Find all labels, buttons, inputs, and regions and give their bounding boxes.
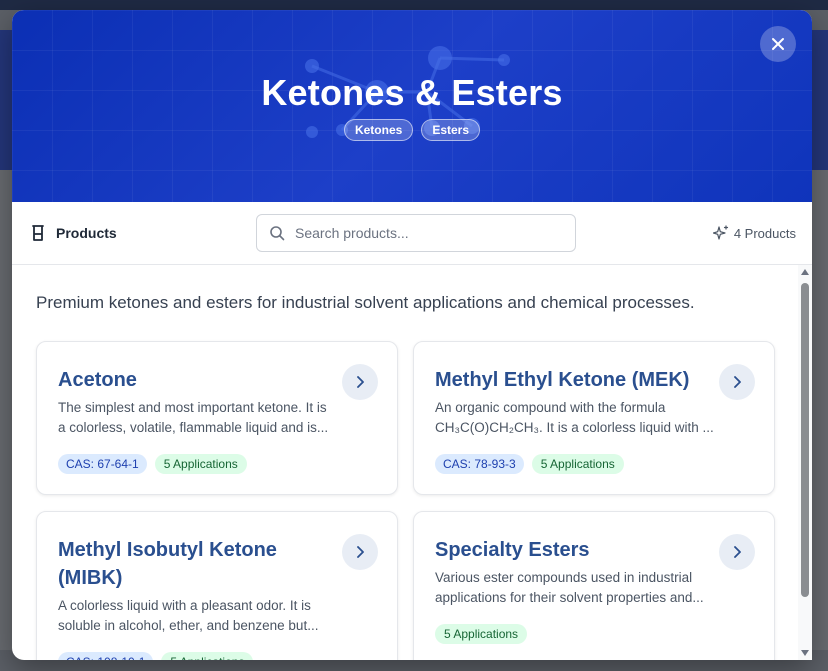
product-card-mek[interactable]: Methyl Ethyl Ketone (MEK) An organic com… <box>413 341 775 495</box>
scroll-down-arrow-icon[interactable] <box>801 650 809 656</box>
product-description-line: CH₃C(O)CH₂CH₃. It is a colorless liquid … <box>435 420 714 435</box>
open-product-button[interactable] <box>719 364 755 400</box>
tag-ketones: Ketones <box>343 119 414 141</box>
product-badges: CAS: 78-93-3 5 Applications <box>435 454 624 474</box>
scrollbar-thumb[interactable] <box>801 283 809 597</box>
close-button[interactable] <box>760 26 796 62</box>
product-title[interactable]: Acetone <box>58 366 328 394</box>
chevron-right-icon <box>734 546 741 558</box>
product-count-text: 4 Products <box>733 225 796 241</box>
product-description: A colorless liquid with a pleasant odor.… <box>58 596 358 636</box>
open-product-button[interactable] <box>342 364 378 400</box>
products-scrollbar[interactable] <box>798 265 812 660</box>
search-box[interactable] <box>256 214 576 252</box>
beaker-icon <box>32 225 44 241</box>
cas-badge: CAS: 108-10-1 <box>58 652 154 660</box>
applications-badge: 5 Applications <box>531 454 624 474</box>
background-right-edge <box>812 170 828 650</box>
modal-hero: Ketones & Esters Ketones Esters <box>12 10 812 202</box>
applications-badge: 5 Applications <box>154 454 247 474</box>
open-product-button[interactable] <box>342 534 378 570</box>
product-badges: CAS: 108-10-1 5 Applications <box>58 652 254 660</box>
product-card-specialty-esters[interactable]: Specialty Esters Various ester compounds… <box>413 511 775 660</box>
products-toolbar: Products 4 Products <box>12 202 812 265</box>
product-description-line: A colorless liquid with a pleasant odor.… <box>58 598 311 613</box>
products-label: Products <box>56 225 117 241</box>
products-list: Premium ketones and esters for industria… <box>12 265 798 660</box>
background-left-edge <box>0 170 12 650</box>
applications-badge: 5 Applications <box>161 652 254 660</box>
cas-badge: CAS: 67-64-1 <box>58 454 147 474</box>
product-card-mibk[interactable]: Methyl Isobutyl Ketone (MIBK) A colorles… <box>36 511 398 660</box>
open-product-button[interactable] <box>719 534 755 570</box>
search-icon <box>270 226 285 241</box>
product-description-line: An organic compound with the formula <box>435 400 666 415</box>
product-badges: CAS: 67-64-1 5 Applications <box>58 454 247 474</box>
tag-esters: Esters <box>421 119 481 141</box>
applications-badge: 5 Applications <box>435 624 528 644</box>
product-description-line: a colorless, volatile, flammable liquid … <box>58 420 329 435</box>
product-description: Various ester compounds used in industri… <box>435 568 735 608</box>
close-icon <box>772 38 784 50</box>
product-description-line: soluble in alcohol, ether, and benzene b… <box>58 618 319 633</box>
chevron-right-icon <box>357 546 364 558</box>
scroll-up-arrow-icon[interactable] <box>801 269 809 275</box>
sparkles-icon <box>712 225 728 240</box>
background-topbar <box>0 0 828 10</box>
product-badges: 5 Applications <box>435 624 528 644</box>
category-title: Ketones & Esters <box>261 72 563 113</box>
category-description: Premium ketones and esters for industria… <box>36 293 695 312</box>
product-title[interactable]: Specialty Esters <box>435 536 705 564</box>
product-title[interactable]: Methyl Isobutyl Ketone (MIBK) <box>58 536 328 592</box>
product-description-line: The simplest and most important ketone. … <box>58 400 327 415</box>
product-description: The simplest and most important ketone. … <box>58 398 358 438</box>
product-description-line: applications for their solvent propertie… <box>435 590 704 605</box>
product-title[interactable]: Methyl Ethyl Ketone (MEK) <box>435 366 705 394</box>
product-description: An organic compound with the formula CH₃… <box>435 398 735 438</box>
cas-badge: CAS: 78-93-3 <box>435 454 524 474</box>
product-card-acetone[interactable]: Acetone The simplest and most important … <box>36 341 398 495</box>
category-tags: Ketones Esters <box>12 119 812 141</box>
search-input[interactable] <box>295 225 555 241</box>
chevron-right-icon <box>357 376 364 388</box>
products-section-label: Products <box>30 224 117 242</box>
chevron-right-icon <box>734 376 741 388</box>
product-count: 4 Products <box>712 225 796 241</box>
product-description-line: Various ester compounds used in industri… <box>435 570 693 585</box>
